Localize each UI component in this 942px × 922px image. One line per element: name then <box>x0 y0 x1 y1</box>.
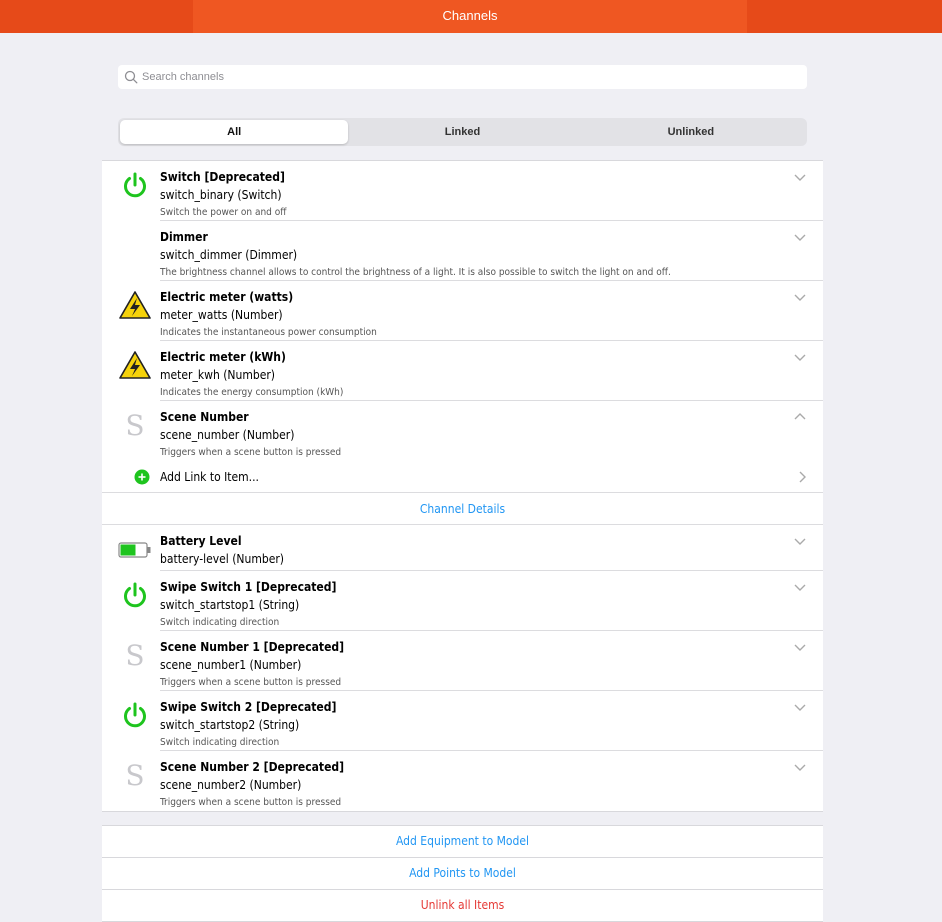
channel-id: switch_dimmer (Dimmer) <box>160 248 298 262</box>
channel-name: Switch [Deprecated] <box>160 170 285 184</box>
chevron-down-icon[interactable] <box>793 700 807 714</box>
channel-name: Scene Number 1 [Deprecated] <box>160 640 345 654</box>
chevron-down-icon[interactable] <box>793 290 807 304</box>
channel-description: Triggers when a scene button is pressed <box>160 797 342 808</box>
channel-description: The brightness channel allows to control… <box>160 267 671 278</box>
power-icon <box>118 698 152 732</box>
search-input[interactable] <box>142 71 782 83</box>
channel-id: meter_watts (Number) <box>160 308 283 322</box>
channel-id: meter_kwh (Number) <box>160 368 276 382</box>
electricity-warning-icon <box>118 348 152 382</box>
electricity-warning-icon <box>118 288 152 322</box>
channel-description: Triggers when a scene button is pressed <box>160 677 342 688</box>
channel-id: battery-level (Number) <box>160 552 284 566</box>
channel-item[interactable]: Electric meter (kWh) meter_kwh (Number) … <box>102 341 823 401</box>
channel-item[interactable]: Swipe Switch 2 [Deprecated] switch_start… <box>102 691 823 751</box>
channel-id: scene_number2 (Number) <box>160 778 302 792</box>
letter-s-icon: S <box>125 408 145 442</box>
channel-name: Swipe Switch 1 [Deprecated] <box>160 580 337 594</box>
channel-item[interactable]: Dimmer switch_dimmer (Dimmer) The bright… <box>102 221 823 281</box>
add-link-label: Add Link to Item... <box>160 470 259 484</box>
channel-name: Electric meter (kWh) <box>160 350 286 364</box>
channel-item[interactable]: Swipe Switch 1 [Deprecated] switch_start… <box>102 571 823 631</box>
chevron-down-icon[interactable] <box>793 580 807 594</box>
add-circle-icon <box>134 469 150 485</box>
channel-name: Battery Level <box>160 534 242 548</box>
channel-id: switch_startstop1 (String) <box>160 598 300 612</box>
chevron-down-icon[interactable] <box>793 640 807 654</box>
channel-name: Electric meter (watts) <box>160 290 294 304</box>
channel-item[interactable]: Electric meter (watts) meter_watts (Numb… <box>102 281 823 341</box>
search-icon <box>124 70 138 84</box>
channel-item-expanded[interactable]: S Scene Number scene_number (Number) Tri… <box>102 401 823 493</box>
chevron-down-icon[interactable] <box>793 230 807 244</box>
channel-description: Switch indicating direction <box>160 617 280 628</box>
filter-all[interactable]: All <box>120 120 349 144</box>
filter-linked[interactable]: Linked <box>348 120 576 144</box>
channel-list: Switch [Deprecated] switch_binary (Switc… <box>102 160 823 812</box>
channel-id: switch_startstop2 (String) <box>160 718 300 732</box>
channel-description: Triggers when a scene button is pressed <box>160 447 342 458</box>
channel-description: Switch indicating direction <box>160 737 280 748</box>
power-icon <box>118 168 152 202</box>
add-link-row[interactable]: Add Link to Item... <box>134 463 823 491</box>
channel-id: scene_number (Number) <box>160 428 295 442</box>
add-equipment-button[interactable]: Add Equipment to Model <box>102 826 823 858</box>
chevron-down-icon[interactable] <box>793 170 807 184</box>
top-bar: Channels <box>0 0 942 33</box>
chevron-down-icon[interactable] <box>793 534 807 548</box>
unlink-all-button[interactable]: Unlink all Items <box>102 890 823 922</box>
letter-s-icon: S <box>125 638 145 672</box>
power-icon <box>118 578 152 612</box>
channel-item[interactable]: Battery Level battery-level (Number) <box>102 525 823 571</box>
battery-fill <box>120 544 136 556</box>
chevron-up-icon[interactable] <box>793 410 807 424</box>
add-points-button[interactable]: Add Points to Model <box>102 858 823 890</box>
chevron-right-icon <box>799 471 806 483</box>
page-title: Channels <box>193 0 747 33</box>
channel-description: Switch the power on and off <box>160 207 287 218</box>
channel-description: Indicates the energy consumption (kWh) <box>160 387 344 398</box>
filter-segmented-control: All Linked Unlinked <box>118 118 807 146</box>
channel-name: Scene Number <box>160 410 249 424</box>
battery-icon <box>118 533 152 567</box>
channel-id: scene_number1 (Number) <box>160 658 302 672</box>
channel-item[interactable]: S Scene Number 2 [Deprecated] scene_numb… <box>102 751 823 811</box>
letter-s-icon: S <box>125 758 145 792</box>
channel-item[interactable]: Switch [Deprecated] switch_binary (Switc… <box>102 161 823 221</box>
channel-name: Dimmer <box>160 230 208 244</box>
channel-description: Indicates the instantaneous power consum… <box>160 327 377 338</box>
chevron-down-icon[interactable] <box>793 350 807 364</box>
chevron-down-icon[interactable] <box>793 760 807 774</box>
channel-name: Scene Number 2 [Deprecated] <box>160 760 345 774</box>
channel-name: Swipe Switch 2 [Deprecated] <box>160 700 337 714</box>
channel-item[interactable]: S Scene Number 1 [Deprecated] scene_numb… <box>102 631 823 691</box>
channel-details-link[interactable]: Channel Details <box>102 493 823 525</box>
filter-unlinked[interactable]: Unlinked <box>577 120 805 144</box>
channel-id: switch_binary (Switch) <box>160 188 282 202</box>
model-actions: Add Equipment to Model Add Points to Mod… <box>102 825 823 922</box>
search-bar[interactable] <box>118 65 807 89</box>
